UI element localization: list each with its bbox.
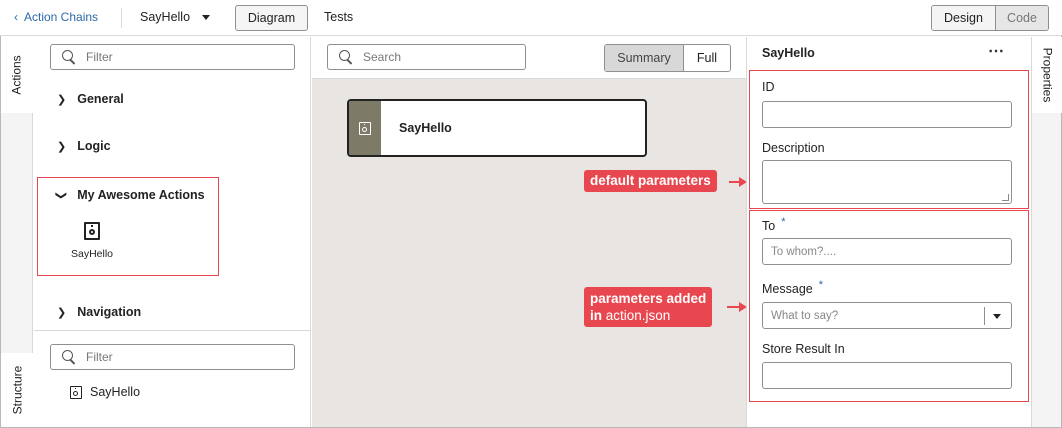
category-general-label: General (77, 92, 124, 106)
to-field[interactable]: To whom?.... (762, 238, 1012, 265)
node-icon-strip (349, 101, 381, 155)
structure-filter-placeholder: Filter (86, 350, 113, 364)
callout-arrow (729, 177, 747, 187)
back-link-label: Action Chains (24, 10, 99, 24)
diagram-node-sayhello[interactable]: SayHello (347, 99, 647, 157)
callout-arrow (727, 302, 747, 312)
action-chain-name: SayHello (140, 10, 191, 24)
node-title: SayHello (399, 121, 452, 135)
toolbar-divider (121, 8, 122, 28)
action-box-icon (70, 385, 82, 399)
description-field[interactable] (762, 160, 1012, 204)
message-label: Message * (762, 279, 824, 296)
back-to-action-chains-link[interactable]: ‹ Action Chains (14, 10, 98, 24)
search-icon (62, 350, 76, 364)
diagram-tab[interactable]: Diagram (235, 5, 308, 31)
structure-item-sayhello[interactable]: SayHello (70, 385, 140, 399)
category-logic[interactable]: ❯ Logic (57, 139, 111, 153)
select-divider (984, 307, 985, 325)
action-box-icon (359, 121, 371, 135)
highlight-custom-category (37, 177, 219, 276)
design-button[interactable]: Design (932, 6, 996, 30)
tests-tab[interactable]: Tests (324, 10, 353, 24)
canvas-search-placeholder: Search (363, 50, 402, 64)
message-select[interactable]: What to say? (762, 302, 1012, 329)
callout-added-line1: parameters added (590, 291, 707, 306)
chevron-right-icon: ❯ (57, 93, 67, 106)
caret-down-icon (202, 14, 211, 20)
action-box-icon (84, 222, 100, 240)
id-label: ID (762, 80, 775, 94)
category-navigation-label: Navigation (77, 305, 142, 319)
canvas-search-input[interactable]: Search (327, 44, 526, 70)
chevron-right-icon: ❯ (57, 306, 67, 319)
tab-properties-label: Properties (1040, 47, 1055, 103)
tab-properties[interactable]: Properties (1032, 37, 1062, 113)
category-navigation[interactable]: ❯ Navigation (57, 305, 141, 319)
structure-filter-input[interactable]: Filter (50, 344, 295, 370)
structure-divider (34, 330, 311, 331)
required-marker: * (781, 216, 786, 228)
design-code-toggle: Design Code (931, 5, 1049, 31)
diagram-canvas[interactable] (312, 37, 746, 427)
message-placeholder: What to say? (771, 309, 839, 322)
right-tab-rail: Properties (1031, 37, 1062, 427)
message-label-text: Message (762, 282, 813, 296)
action-chain-selector[interactable]: SayHello (140, 10, 211, 24)
id-field[interactable] (762, 101, 1012, 128)
full-button[interactable]: Full (684, 45, 730, 71)
summary-button[interactable]: Summary (605, 45, 684, 71)
callout-added-line2: in action.json (590, 307, 706, 324)
caret-down-icon[interactable] (993, 314, 1001, 319)
tab-actions[interactable]: Actions (1, 37, 33, 113)
callout-added-in: in (590, 308, 602, 323)
tab-actions-label: Actions (9, 55, 24, 95)
ellipsis-icon[interactable]: ⋯ (988, 41, 1004, 61)
store-result-label: Store Result In (762, 342, 845, 356)
callout-default-text: default parameters (590, 173, 711, 188)
callout-added-file: action.json (605, 308, 671, 323)
actions-filter-input[interactable]: Filter (50, 44, 295, 70)
required-marker: * (818, 279, 824, 291)
left-tab-rail: Actions Structure (1, 37, 33, 427)
properties-title: SayHello (762, 46, 815, 60)
structure-item-label: SayHello (90, 385, 141, 399)
view-mode-toggle: Summary Full (604, 44, 731, 72)
chevron-left-icon: ‹ (14, 10, 18, 24)
to-label-text: To (762, 219, 776, 233)
top-toolbar: ‹ Action Chains SayHello Diagram Tests D… (0, 0, 1062, 36)
store-result-field[interactable] (762, 362, 1012, 389)
resize-grip-icon[interactable] (1002, 194, 1009, 201)
code-button[interactable]: Code (996, 6, 1048, 30)
palette-action-label: SayHello (70, 248, 114, 260)
category-logic-label: Logic (77, 139, 111, 153)
tab-structure[interactable]: Structure (1, 353, 33, 427)
search-icon (339, 50, 353, 64)
description-label: Description (762, 141, 825, 155)
actions-filter-placeholder: Filter (86, 50, 113, 64)
callout-default-parameters: default parameters (584, 170, 717, 192)
search-icon (62, 50, 76, 64)
callout-parameters-added: parameters added in action.json (584, 287, 713, 327)
to-label: To * (762, 216, 786, 233)
chevron-right-icon: ❯ (57, 140, 67, 153)
palette-action-sayhello[interactable]: SayHello (68, 222, 116, 260)
to-placeholder: To whom?.... (771, 245, 837, 258)
category-general[interactable]: ❯ General (57, 92, 124, 106)
tab-structure-label: Structure (10, 365, 24, 415)
